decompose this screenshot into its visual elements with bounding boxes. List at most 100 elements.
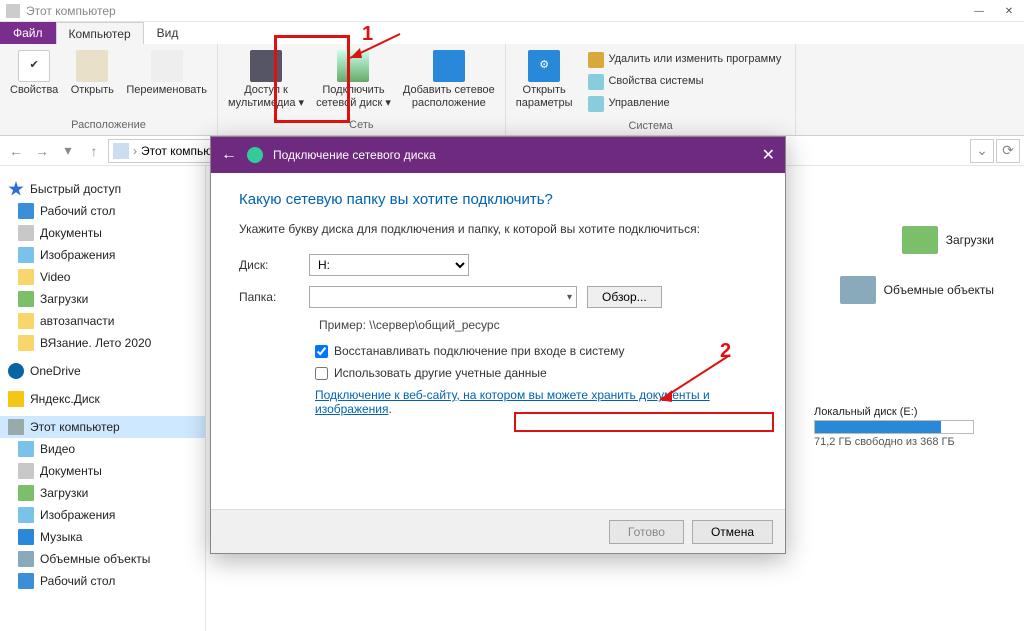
close-button[interactable]: ✕ <box>994 0 1024 22</box>
annotation-arrow-2 <box>650 350 740 410</box>
folder-label: Объемные объекты <box>884 283 994 297</box>
addr-dropdown[interactable]: ⌄ <box>970 139 994 163</box>
computer-icon <box>6 4 20 18</box>
dialog-close-button[interactable]: ✕ <box>762 145 775 165</box>
reconnect-label: Восстанавливать подключение при входе в … <box>334 344 625 358</box>
gear-icon: ⚙ <box>528 50 560 82</box>
sidebar-quick-access[interactable]: Быстрый доступ <box>0 178 205 200</box>
drive-usage-bar <box>814 420 974 434</box>
pc-icon <box>113 143 129 159</box>
desktop-icon <box>18 203 34 219</box>
document-icon <box>18 225 34 241</box>
nav-forward[interactable]: → <box>30 139 54 163</box>
yandex-icon <box>8 391 24 407</box>
tab-view[interactable]: Вид <box>144 22 192 44</box>
nav-back[interactable]: ← <box>4 139 28 163</box>
map-label: Подключить сетевой диск ▾ <box>316 84 391 110</box>
manage-label: Управление <box>608 97 669 110</box>
folder-icon <box>840 276 876 304</box>
reconnect-checkbox[interactable] <box>315 345 328 358</box>
group-label-network: Сеть <box>349 117 373 133</box>
properties-button[interactable]: ✔ Свойства <box>4 46 64 101</box>
map-network-drive-dialog: ← Подключение сетевого диска ✕ Какую сет… <box>210 136 786 554</box>
sidebar-knit[interactable]: ВЯзание. Лето 2020 <box>0 332 205 354</box>
folder-combo[interactable] <box>309 286 577 308</box>
creds-label: Использовать другие учетные данные <box>334 366 547 380</box>
sidebar-downloads[interactable]: Загрузки <box>0 288 205 310</box>
music-icon <box>18 529 34 545</box>
folder-icon <box>18 313 34 329</box>
open-settings-button[interactable]: ⚙ Открыть параметры <box>510 46 579 114</box>
ribbon-group-system: ⚙ Открыть параметры Удалить или изменить… <box>506 44 797 135</box>
rename-button[interactable]: Переименовать <box>120 46 213 101</box>
onedrive-icon <box>8 363 24 379</box>
objects-icon <box>18 551 34 567</box>
window-controls: — ✕ <box>964 0 1024 22</box>
sidebar-pc-docs[interactable]: Документы <box>0 460 205 482</box>
media-access-button[interactable]: Доступ к мультимедиа ▾ <box>222 46 310 114</box>
minimize-button[interactable]: — <box>964 0 994 22</box>
download-icon <box>18 485 34 501</box>
folder-label: Загрузки <box>946 233 994 247</box>
picture-icon <box>18 507 34 523</box>
drive-free-text: 71,2 ГБ свободно из 368 ГБ <box>814 436 994 448</box>
uninstall-button[interactable]: Удалить или изменить программу <box>584 50 785 70</box>
manage-button[interactable]: Управление <box>584 94 785 114</box>
sidebar-pc-pictures[interactable]: Изображения <box>0 504 205 526</box>
row-folder: Папка: Обзор... <box>239 286 757 308</box>
window-title: Этот компьютер <box>26 4 116 18</box>
tab-computer[interactable]: Компьютер <box>56 22 144 44</box>
sidebar-auto[interactable]: автозапчасти <box>0 310 205 332</box>
sidebar-pc-video[interactable]: Видео <box>0 438 205 460</box>
sidebar-pictures[interactable]: Изображения <box>0 244 205 266</box>
sidebar-documents[interactable]: Документы <box>0 222 205 244</box>
video-icon <box>18 441 34 457</box>
rename-label: Переименовать <box>126 84 207 97</box>
folder-objects[interactable]: Объемные объекты <box>840 276 994 304</box>
star-icon <box>8 181 24 197</box>
refresh-button[interactable]: ⟳ <box>996 139 1020 163</box>
open-button[interactable]: Открыть <box>64 46 120 101</box>
sysprops-label: Свойства системы <box>608 75 703 88</box>
settings-label: Открыть параметры <box>516 84 573 110</box>
sidebar-pc-downloads[interactable]: Загрузки <box>0 482 205 504</box>
drive-select[interactable]: H: <box>309 254 469 276</box>
sidebar-pc-music[interactable]: Музыка <box>0 526 205 548</box>
titlebar: Этот компьютер — ✕ <box>0 0 1024 22</box>
nav-recent[interactable]: ▾ <box>56 139 80 163</box>
dialog-footer: Готово Отмена <box>211 509 785 553</box>
uninstall-icon <box>588 52 604 68</box>
annotation-arrow-1 <box>340 30 410 70</box>
cancel-button[interactable]: Отмена <box>692 520 773 544</box>
open-icon <box>76 50 108 82</box>
dialog-title: Подключение сетевого диска <box>273 148 436 162</box>
sysprops-icon <box>588 74 604 90</box>
drive-e[interactable]: Локальный диск (E:) 71,2 ГБ свободно из … <box>814 406 994 448</box>
nav-up[interactable]: ↑ <box>82 139 106 163</box>
folder-downloads[interactable]: Загрузки <box>902 226 994 254</box>
rename-icon <box>151 50 183 82</box>
system-props-button[interactable]: Свойства системы <box>584 72 785 92</box>
sidebar-video[interactable]: Video <box>0 266 205 288</box>
computer-icon <box>8 419 24 435</box>
sidebar-pc-desktop[interactable]: Рабочий стол <box>0 570 205 592</box>
sidebar-desktop[interactable]: Рабочий стол <box>0 200 205 222</box>
dialog-back-button[interactable]: ← <box>221 146 237 164</box>
monitor-icon <box>433 50 465 82</box>
add-network-location-button[interactable]: Добавить сетевое расположение <box>397 46 501 114</box>
sidebar-this-pc[interactable]: Этот компьютер <box>0 416 205 438</box>
dialog-titlebar: ← Подключение сетевого диска ✕ <box>211 137 785 173</box>
sidebar-yandex[interactable]: Яндекс.Диск <box>0 388 205 410</box>
creds-checkbox[interactable] <box>315 367 328 380</box>
sidebar-onedrive[interactable]: OneDrive <box>0 360 205 382</box>
browse-button[interactable]: Обзор... <box>587 286 662 308</box>
desktop-icon <box>18 573 34 589</box>
sidebar-pc-objects[interactable]: Объемные объекты <box>0 548 205 570</box>
done-button[interactable]: Готово <box>609 520 684 544</box>
dialog-body: Какую сетевую папку вы хотите подключить… <box>211 173 785 509</box>
tab-file[interactable]: Файл <box>0 22 56 44</box>
media-icon <box>250 50 282 82</box>
group-label-location: Расположение <box>71 117 146 133</box>
ribbon: ✔ Свойства Открыть Переименовать Располо… <box>0 44 1024 136</box>
document-icon <box>18 463 34 479</box>
